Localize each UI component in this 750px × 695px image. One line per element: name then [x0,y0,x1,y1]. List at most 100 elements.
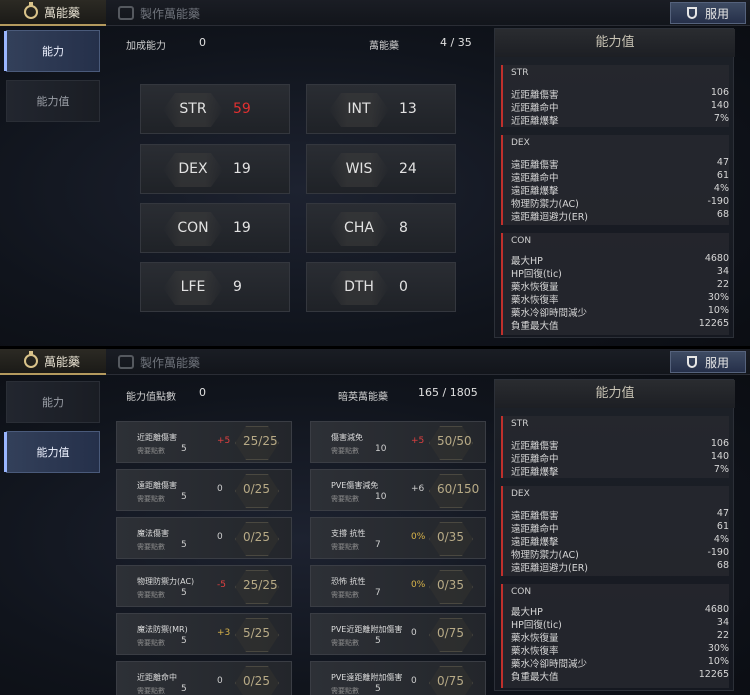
ability-name: 近距離傷害 [137,433,177,442]
nav-ability[interactable]: 能力 [4,30,100,72]
stat-row: 最大HP 4680 [511,253,729,267]
bonus-value: 0 [411,676,417,686]
tab-elixir[interactable]: 萬能藥 [0,349,106,375]
stat-name: INT [347,101,371,117]
bonus-ability-value: 0 [199,36,206,49]
stat-row: 藥水冷卻時間減少 10% [511,305,729,319]
stat-value: 8 [399,220,408,236]
tab-craft-elixir-label: 製作萬能藥 [140,355,201,370]
need-points-label: 需要點數 [137,447,165,455]
progress-value: 25/25 [243,434,278,448]
stat-row: 負重最大值 12265 [511,669,729,683]
need-points-label: 需要點數 [331,591,359,599]
need-points-value: 5 [181,588,187,598]
ability-row[interactable]: PVE近距離附加傷害 需要點數 5 0 0/75 [310,613,486,655]
need-points-value: 7 [375,540,381,550]
ability-name: 支撐 抗性 [331,529,366,538]
stat-value: 0 [399,279,408,295]
need-points-value: 5 [181,444,187,454]
progress-value: 25/25 [243,578,278,592]
need-points-label: 需要點數 [331,495,359,503]
side-nav: 能力 能力值 [0,26,108,346]
stat-box-con: CON 19 [140,203,290,253]
ability-row[interactable]: 魔法防禦(MR) 需要點數 5 +3 5/25 [116,613,292,655]
ability-row[interactable]: PVE傷害減免 需要點數 10 +6 60/150 [310,469,486,511]
progress-value: 50/50 [437,434,472,448]
nav-ability-value[interactable]: 能力值 [6,80,100,122]
stat-row: 負重最大值 12265 [511,318,729,332]
nav-ability[interactable]: 能力 [6,381,100,423]
stat-section-dex: DEX 遠距離傷害 47 遠距離命中 61 遠距離爆擊 4% 物理防禦力(AC) -19… [501,486,729,576]
potion-bottle-icon [686,7,697,19]
need-points-value: 5 [375,684,381,694]
bonus-value: +6 [411,484,425,494]
craft-icon [118,355,134,369]
need-points-value: 10 [375,444,387,454]
ability-row[interactable]: PVE遠距離附加傷害 需要點數 5 0 0/75 [310,661,486,695]
nav-ability-value[interactable]: 能力值 [4,431,100,473]
stat-name: WIS [345,161,373,177]
ability-row[interactable]: 物理防禦力(AC) 需要點數 5 -5 25/25 [116,565,292,607]
tab-craft-elixir[interactable]: 製作萬能藥 [118,349,200,375]
elixir-icon [24,2,38,19]
stat-value: 24 [399,161,417,177]
bonus-value: +5 [411,436,425,446]
stat-section-str: STR 近距離傷害 106 近距離命中 140 近距離爆擊 7% [501,416,729,478]
side-nav: 能力 能力值 [0,375,108,695]
ability-row[interactable]: 恐怖 抗性 需要點數 7 0% 0/35 [310,565,486,607]
elixir-icon [24,351,38,368]
stat-panel: 能力值 STR 近距離傷害 106 近距離命中 140 近距離爆擊 7% DEX 遠距… [494,379,735,691]
stat-panel-title: 能力值 [495,29,735,57]
stat-section-con: CON 最大HP 4680 HP回復(tic) 34 藥水恢復量 22 藥水恢復率 30… [501,233,729,335]
bonus-value: 0% [411,580,426,590]
bonus-value: 0 [217,484,223,494]
ability-name: 近距離命中 [137,673,177,682]
dark-elixir-count: 165 / 1805 [418,386,478,399]
tab-elixir[interactable]: 萬能藥 [0,0,106,26]
stat-row: 近距離傷害 106 [511,87,729,101]
ability-name: 物理防禦力(AC) [137,577,195,586]
stat-row: 遠距離命中 61 [511,170,729,184]
ability-row[interactable]: 近距離命中 需要點數 5 0 0/25 [116,661,292,695]
stat-row: 物理防禦力(AC) -190 [511,196,729,210]
stat-row: 藥水恢復量 22 [511,279,729,293]
ability-name: 魔法傷害 [137,529,169,538]
potion-bottle-icon [686,356,697,368]
section-name: DEX [511,138,530,148]
stat-row: 近距離命中 140 [511,451,729,465]
need-points-label: 需要點數 [137,639,165,647]
stat-row: 藥水恢復率 30% [511,292,729,306]
stat-row: HP回復(tic) 34 [511,266,729,280]
ability-row[interactable]: 近距離傷害 需要點數 5 +5 25/25 [116,421,292,463]
ability-row[interactable]: 傷害減免 需要點數 10 +5 50/50 [310,421,486,463]
need-points-value: 5 [181,684,187,694]
progress-value: 0/75 [437,674,464,688]
stat-row: 藥水冷卻時間減少 10% [511,656,729,670]
tab-craft-elixir[interactable]: 製作萬能藥 [118,0,200,26]
use-button[interactable]: 服用 [670,351,746,373]
stat-row: 遠距離傷害 47 [511,157,729,171]
stat-box-dth: DTH 0 [306,262,456,312]
top-bar: 萬能藥 製作萬能藥 服用 [0,349,750,375]
ability-name: 遠距離傷害 [137,481,177,490]
stat-box-str: STR 59 [140,84,290,134]
tab-elixir-label: 萬能藥 [44,354,81,369]
stat-row: 遠距離命中 61 [511,521,729,535]
ability-row[interactable]: 支撐 抗性 需要點數 7 0% 0/35 [310,517,486,559]
need-points-value: 5 [181,492,187,502]
ability-name: PVE近距離附加傷害 [331,625,403,634]
use-button[interactable]: 服用 [670,2,746,24]
stat-box-cha: CHA 8 [306,203,456,253]
ability-row[interactable]: 魔法傷害 需要點數 5 0 0/25 [116,517,292,559]
stat-section-str: STR 近距離傷害 106 近距離命中 140 近距離爆擊 7% [501,65,729,127]
progress-value: 5/25 [243,626,270,640]
stat-row: HP回復(tic) 34 [511,617,729,631]
need-points-value: 5 [181,636,187,646]
need-points-label: 需要點數 [137,687,165,695]
ability-name: 傷害減免 [331,433,363,442]
stat-row: 藥水恢復率 30% [511,643,729,657]
ability-row[interactable]: 遠距離傷害 需要點數 5 0 0/25 [116,469,292,511]
progress-value: 60/150 [437,482,480,496]
stat-row: 遠距離爆擊 4% [511,534,729,548]
bonus-ability-label: 加成能力 [126,41,166,52]
